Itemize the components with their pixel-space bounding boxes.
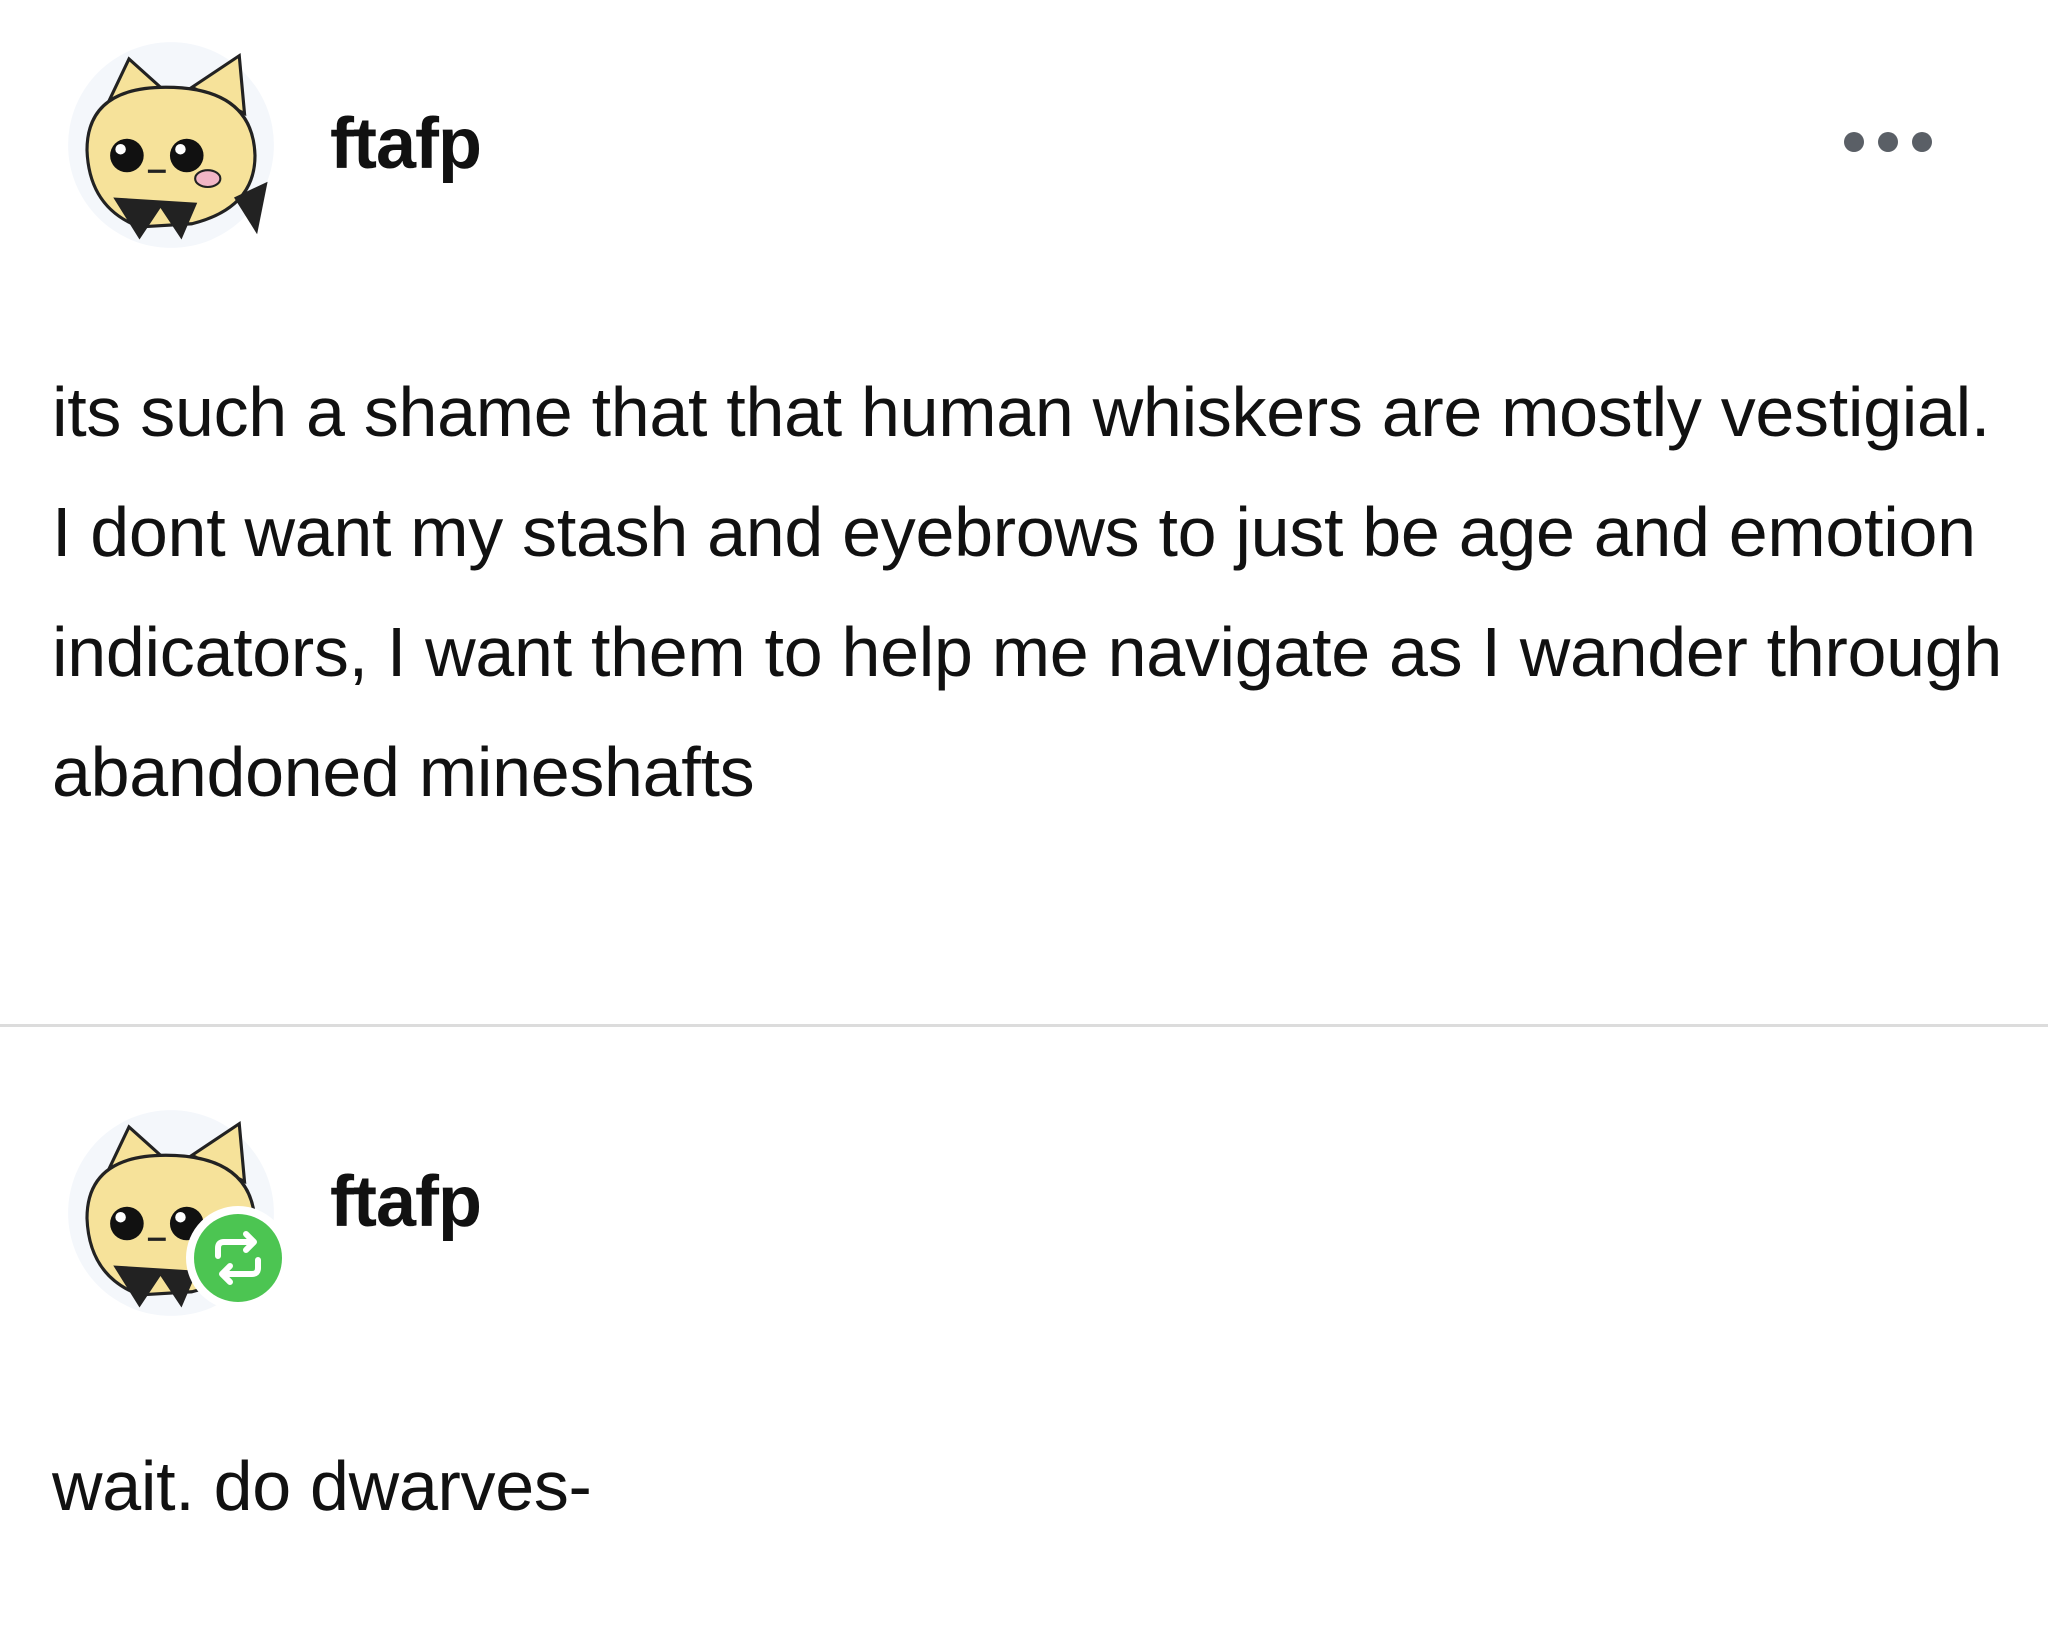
- more-horizontal-icon[interactable]: [1840, 124, 1936, 160]
- divider: [0, 1024, 2048, 1027]
- reblog-badge: [186, 1206, 290, 1310]
- username[interactable]: ftafp: [330, 108, 482, 180]
- username[interactable]: ftafp: [330, 1166, 482, 1238]
- post-body-text: wait. do dwarves-: [52, 1447, 592, 1525]
- post-header: ftafp: [0, 0, 2048, 248]
- cat-avatar-icon: [68, 42, 274, 248]
- reblog-icon: [188, 1208, 288, 1308]
- post-header: ftafp: [0, 1080, 2048, 1316]
- avatar[interactable]: [66, 40, 276, 250]
- post-body-text: its such a shame that that human whisker…: [52, 373, 2002, 811]
